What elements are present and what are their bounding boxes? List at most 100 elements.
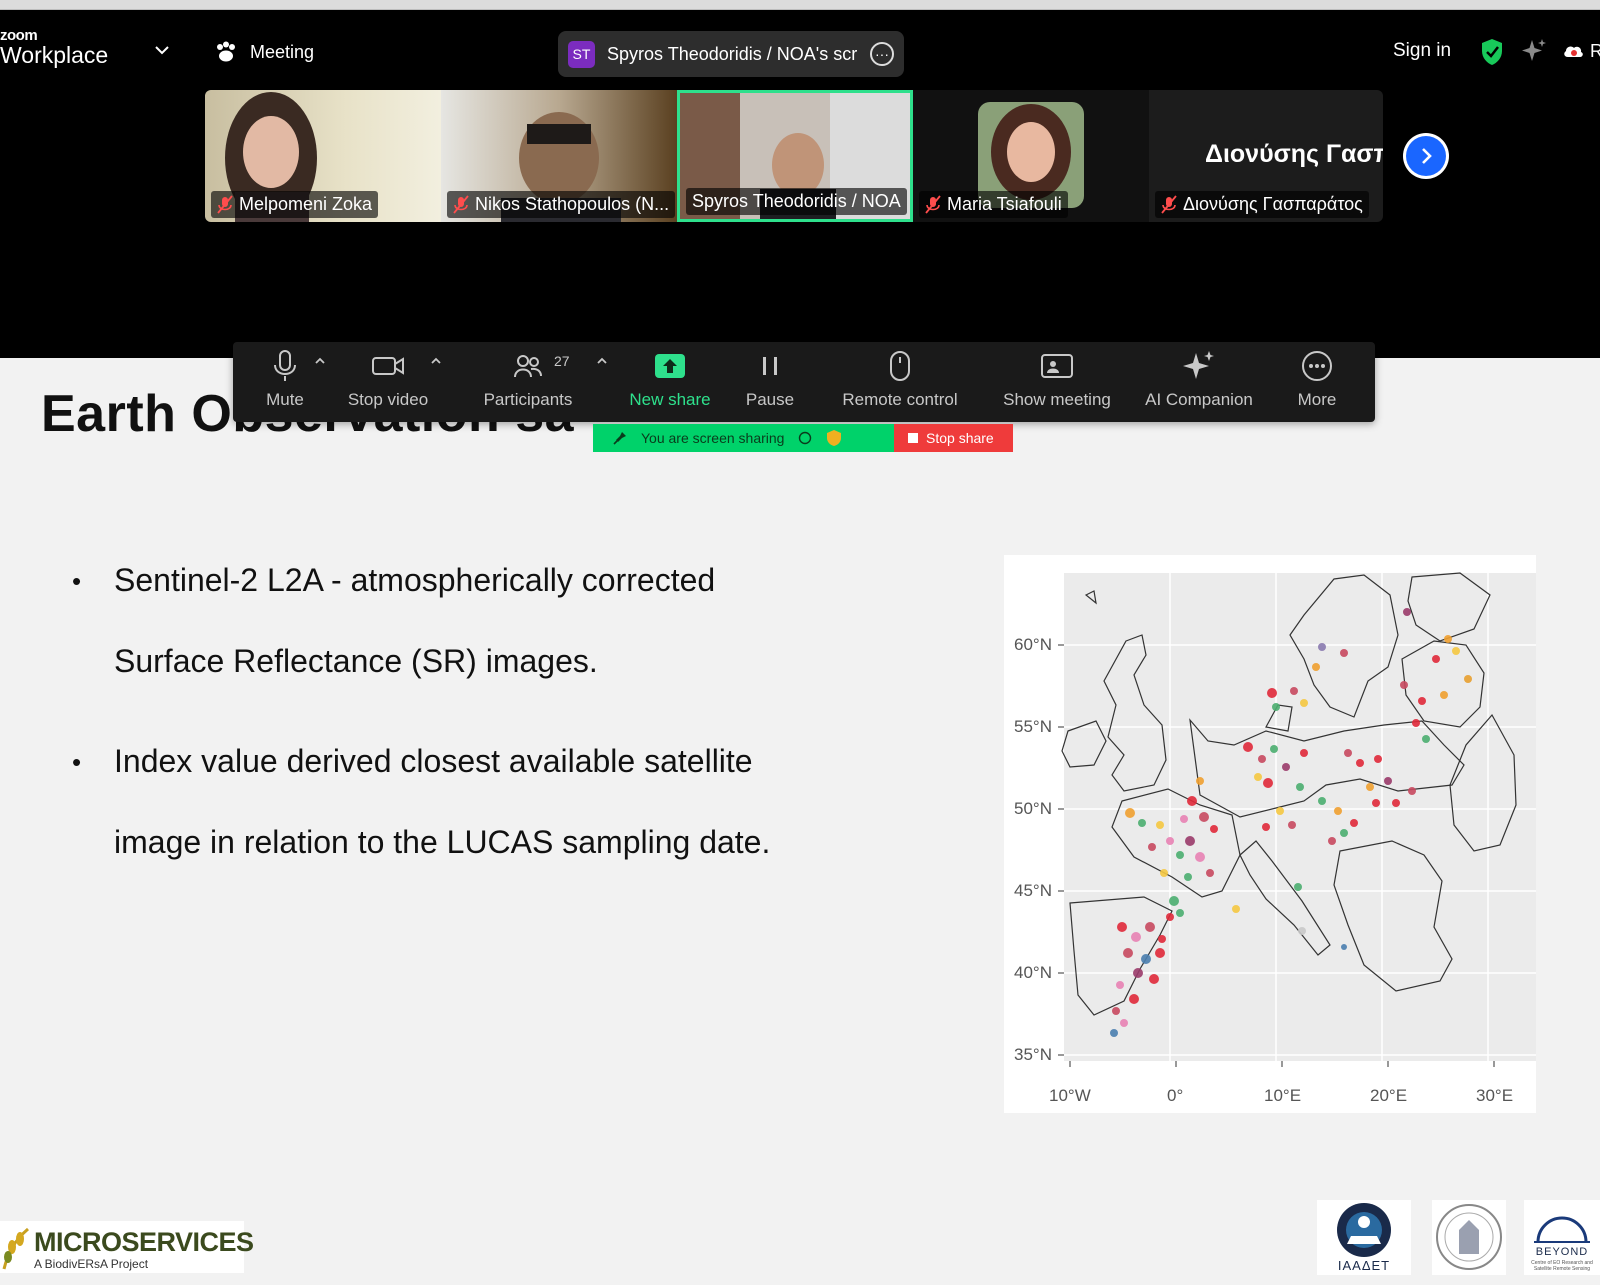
participant-display-name: Διονύσης Γασπ... xyxy=(1205,140,1383,168)
sharing-status-text: You are screen sharing xyxy=(641,430,785,446)
participants-options-caret-icon[interactable] xyxy=(595,354,609,368)
microservices-logo: MICROSERVICES A BiodivERsA Project xyxy=(0,1221,254,1273)
beyond-subtitle: Centre of EO Research and Satellite Remo… xyxy=(1531,1260,1593,1272)
y-tick-label: 50°N xyxy=(1014,799,1052,818)
participant-name: Spyros Theodoridis / NOA xyxy=(692,191,901,211)
more-button[interactable]: More xyxy=(1287,342,1347,422)
cloud-recording-icon[interactable] xyxy=(1562,42,1584,60)
bullet-2-line-1: Index value derived closest available sa… xyxy=(114,743,753,779)
brand-bottom-text: Workplace xyxy=(0,42,109,68)
europe-sample-map: 60°N 55°N 50°N 45°N 40°N 35°N 10°W 0° 10… xyxy=(1004,555,1536,1113)
video-options-caret-icon[interactable] xyxy=(429,354,443,368)
meeting-label: Meeting xyxy=(250,41,315,62)
sharing-status[interactable]: You are screen sharing xyxy=(593,424,894,452)
microservices-subtitle: A BiodivERsA Project xyxy=(34,1257,149,1271)
x-tick-label: 0° xyxy=(1167,1086,1184,1105)
microservices-title: MICROSERVICES xyxy=(34,1227,254,1257)
participants-icon xyxy=(514,355,542,378)
mute-button[interactable]: Mute xyxy=(253,342,317,422)
brand-top-text: zoom xyxy=(0,27,38,44)
bullet-1-line-1: Sentinel-2 L2A - atmospherically correct… xyxy=(114,562,716,598)
iaadet-emblem-icon xyxy=(1337,1203,1391,1257)
show-meeting-icon xyxy=(1041,354,1073,378)
ai-companion-button[interactable]: AI Companion xyxy=(1139,342,1259,422)
top-bar: zoom Workplace Meeting ST Spyros Theodor… xyxy=(0,10,1600,86)
observatory-seal-logo xyxy=(1432,1200,1506,1275)
sign-in-link[interactable]: Sign in xyxy=(1393,40,1451,62)
participant-name-label: Διονύσης Γασπαράτος xyxy=(1155,191,1369,218)
remote-control-label: Remote control xyxy=(842,390,958,409)
muted-mic-icon xyxy=(1161,194,1177,214)
stop-video-label: Stop video xyxy=(347,390,429,409)
participant-name: Melpomeni Zoka xyxy=(239,194,373,214)
paw-icon xyxy=(217,41,235,62)
shield-check-icon[interactable] xyxy=(1480,38,1504,66)
more-label: More xyxy=(1297,390,1337,409)
security-shield-icon[interactable] xyxy=(826,429,842,447)
show-meeting-button[interactable]: Show meeting xyxy=(995,342,1119,422)
pause-label: Pause xyxy=(745,390,795,409)
chevron-down-icon[interactable] xyxy=(152,40,172,60)
video-camera-icon xyxy=(372,357,404,375)
mute-options-caret-icon[interactable] xyxy=(313,354,327,368)
pause-icon xyxy=(763,357,777,375)
map-plot-area xyxy=(1058,572,1536,1067)
bullet-1-line-2: Surface Reflectance (SR) images. xyxy=(114,643,598,679)
participant-name: Διονύσης Γασπαράτος xyxy=(1183,194,1363,214)
stop-share-button[interactable]: Stop share xyxy=(894,424,1013,452)
window-top-edge xyxy=(0,0,1600,10)
pause-share-button[interactable]: Pause xyxy=(738,342,802,422)
bullet-2-line-2: image in relation to the LUCAS sampling … xyxy=(114,824,771,860)
y-tick-label: 35°N xyxy=(1014,1045,1052,1064)
participant-tile[interactable]: Nikos Stathopoulos (N... xyxy=(441,90,677,222)
iaadet-text: ΙΑΑΔΕΤ xyxy=(1337,1258,1391,1273)
show-meeting-label: Show meeting xyxy=(1003,390,1111,409)
participant-tile[interactable]: Maria Tsiafouli xyxy=(913,90,1149,222)
beyond-text: BEYOND xyxy=(1535,1246,1589,1258)
x-tick-label: 10°W xyxy=(1049,1086,1091,1105)
muted-mic-icon xyxy=(925,194,941,214)
stop-video-button[interactable]: Stop video xyxy=(341,342,435,422)
observatory-seal-icon xyxy=(1436,1204,1502,1270)
share-arrow-icon xyxy=(655,354,685,378)
next-page-button[interactable] xyxy=(1403,133,1449,179)
pin-icon xyxy=(613,432,626,445)
meeting-button[interactable]: Meeting xyxy=(214,38,314,66)
chevron-right-icon xyxy=(1422,148,1432,164)
zoom-window: zoom Workplace Meeting ST Spyros Theodor… xyxy=(0,0,1600,1285)
ai-sparkle-icon[interactable] xyxy=(1521,38,1547,64)
status-circle-icon xyxy=(799,431,812,445)
participant-tile-active[interactable]: Spyros Theodoridis / NOA xyxy=(677,90,913,222)
participant-tile[interactable]: Melpomeni Zoka xyxy=(205,90,441,222)
mute-label: Mute xyxy=(266,390,304,409)
new-share-label: New share xyxy=(629,390,711,409)
x-tick-label: 10°E xyxy=(1264,1086,1302,1105)
meeting-controls-toolbar: Mute Stop video Participants 27 New shar… xyxy=(233,342,1375,422)
zoom-workplace-logo[interactable]: zoom Workplace xyxy=(0,28,108,67)
y-tick-label: 55°N xyxy=(1014,717,1052,736)
participants-label: Participants xyxy=(483,390,573,409)
x-tick-label: 20°E xyxy=(1370,1086,1408,1105)
more-dots-icon xyxy=(1302,351,1332,381)
remote-control-button[interactable]: Remote control xyxy=(833,342,967,422)
microphone-icon xyxy=(274,350,296,381)
beyond-logo: BEYOND Centre of EO Research and Satelli… xyxy=(1524,1200,1600,1275)
participant-name: Maria Tsiafouli xyxy=(947,194,1062,214)
share-title-pill[interactable]: ST Spyros Theodoridis / NOA's scre ··· xyxy=(558,31,904,77)
x-tick-label: 30°E xyxy=(1476,1086,1514,1105)
new-share-button[interactable]: New share xyxy=(625,342,715,422)
stop-square-icon xyxy=(908,433,918,443)
record-label-partial[interactable]: R xyxy=(1590,41,1600,62)
participant-name-label: Maria Tsiafouli xyxy=(919,191,1068,218)
participant-name: Nikos Stathopoulos (N... xyxy=(475,194,670,214)
ai-sparkle-icon xyxy=(1183,351,1214,379)
share-title: Spyros Theodoridis / NOA's scre xyxy=(607,43,858,64)
participant-name-label: Nikos Stathopoulos (N... xyxy=(447,191,676,218)
y-tick-label: 60°N xyxy=(1014,635,1052,654)
bullet-marker: • xyxy=(72,566,82,596)
y-tick-label: 45°N xyxy=(1014,881,1052,900)
presenter-avatar: ST xyxy=(568,40,595,68)
participant-name-label: Melpomeni Zoka xyxy=(211,191,379,218)
more-options-icon[interactable]: ··· xyxy=(870,42,894,66)
y-tick-label: 40°N xyxy=(1014,963,1052,982)
